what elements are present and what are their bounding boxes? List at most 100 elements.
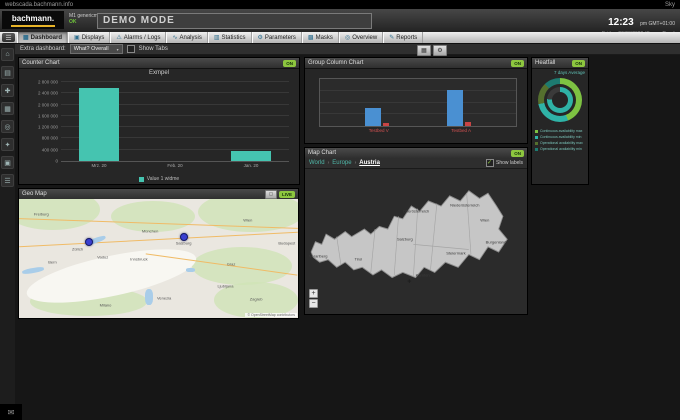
y-axis-label: 2 000 000: [37, 102, 58, 108]
analysis-icon: ∿: [172, 35, 178, 41]
extra-dashboard-label: Extra dashboard:: [20, 46, 66, 52]
layout-toggle-button[interactable]: ▦: [417, 45, 431, 56]
zoom-out-button[interactable]: −: [309, 299, 318, 308]
star-icon[interactable]: ✦: [1, 138, 14, 151]
tab-parameters[interactable]: ⚙ Parameters: [251, 32, 302, 43]
city-label-m-nchen: München: [141, 228, 159, 234]
show-labels-checkbox[interactable]: [486, 159, 495, 167]
austria-map[interactable]: Vorarlberg Tirol Salzburg Oberösterreich Nie…: [305, 169, 527, 314]
add-icon[interactable]: ✚: [1, 84, 14, 97]
home-icon[interactable]: ⌂: [1, 48, 14, 61]
app-header: bachmann. M1 genericm OK DEMO MODE 12:23…: [0, 9, 680, 37]
status-badge: ON: [511, 59, 524, 67]
gridline: [320, 89, 516, 91]
panel-title: Map Chart: [308, 150, 337, 156]
region-label-k-rnten: Kärnten: [415, 272, 430, 278]
dashboard-select-value: What? Overall: [73, 46, 109, 52]
expand-button[interactable]: ▢: [264, 189, 277, 199]
tab-statistics[interactable]: ▥ Statistics: [207, 32, 252, 43]
tab-overview[interactable]: ◎ Overview: [338, 32, 384, 43]
availability-donut-chart[interactable]: [538, 78, 582, 122]
map-zoom-controls: + −: [309, 289, 318, 308]
displays-icon: ▣: [74, 35, 80, 41]
target-icon[interactable]: ◎: [1, 120, 14, 133]
geo-map-panel: Geo Map ▢ LIVE Freiburg Zürich Bern Vadu…: [18, 188, 299, 319]
lake-geneva: [21, 266, 45, 275]
tab-displays[interactable]: ▣ Displays: [68, 32, 111, 43]
show-tabs-label: Show Tabs: [138, 46, 168, 52]
masks-icon: ▩: [307, 35, 314, 41]
region-label-wien: Wien: [480, 217, 490, 223]
heatfall-body: 7 days Average Continuous availability m…: [532, 68, 588, 184]
tab-analysis[interactable]: ∿ Analysis: [166, 32, 208, 43]
logo-text: bachmann.: [11, 14, 55, 23]
menu-button[interactable]: ☰: [2, 33, 15, 42]
y-axis-label: 2 800 000: [37, 79, 58, 85]
city-label-salzburg: Salzburg: [175, 240, 192, 246]
tab-alarms-logs[interactable]: ⚠ Alarms / Logs: [110, 32, 167, 43]
x-axis-label: Jan. 20: [243, 163, 259, 168]
city-label-budapest: Budapest: [278, 240, 296, 246]
counter-chart-body: Exmpel 0 400 000 800 000 1 200 000 1 600 000…: [19, 68, 299, 184]
show-tabs-checkbox[interactable]: [126, 45, 135, 53]
y-axis-label: 400 000: [41, 147, 58, 153]
group-chart-plot[interactable]: Testbed V Testbed A: [319, 78, 517, 133]
gridline: [61, 81, 289, 82]
left-sidebar: ⌂ ▤ ✚ ▦ ◎ ✦ ▣ ☰: [0, 44, 15, 420]
legend-label: Value 1 widme: [146, 176, 180, 182]
map-marker-cross[interactable]: +: [407, 279, 411, 286]
dashboard-select[interactable]: What? Overall ▾: [69, 44, 123, 54]
map-marker-2[interactable]: [179, 233, 188, 242]
chart-legend: Value 1 widme: [19, 176, 299, 182]
bar-testbed-v[interactable]: [364, 107, 381, 126]
dashboard-icon: ▦: [23, 35, 29, 41]
bar-testbed-a[interactable]: [447, 89, 464, 126]
map-attribution: © OpenStreetMap contributors: [245, 313, 297, 317]
logo-underline: [11, 25, 55, 27]
breadcrumb-europe[interactable]: Europe: [332, 160, 351, 166]
clock-time: 12:23: [608, 17, 634, 28]
grid-icon[interactable]: ▦: [1, 102, 14, 115]
subbar-buttons: ▦ ⚙: [417, 45, 447, 56]
demo-mode-banner: DEMO MODE: [97, 13, 372, 29]
doc-icon[interactable]: ▣: [1, 156, 14, 169]
city-label-vaduz: Vaduz: [97, 254, 109, 260]
counter-chart-plot[interactable]: 0 400 000 800 000 1 200 000 1 600 000 2 000 0…: [38, 80, 289, 168]
bar-alarm-testbed-v[interactable]: [382, 123, 389, 126]
bottom-corner-widget[interactable]: ✉: [0, 404, 22, 420]
city-label-graz: Graz: [226, 261, 236, 267]
city-label-ljubljana: Ljubljana: [217, 283, 234, 289]
tools-button[interactable]: ⚙: [433, 45, 447, 56]
map-terrain-patch: [19, 199, 100, 230]
zoom-in-button[interactable]: +: [309, 289, 318, 298]
breadcrumb-separator-icon: ›: [354, 160, 357, 166]
legend-swatch: [535, 129, 538, 133]
chart-icon[interactable]: ▤: [1, 66, 14, 79]
overview-icon: ◎: [344, 35, 351, 41]
topbar-right-link[interactable]: Sky: [665, 2, 675, 8]
wrench-icon: ⚙: [437, 48, 443, 54]
map-marker-1[interactable]: [84, 237, 93, 246]
tab-label: Analysis: [179, 34, 202, 41]
bar-mrz-20[interactable]: [78, 87, 119, 161]
tab-label: Reports: [396, 34, 418, 41]
bar-jan-20[interactable]: [231, 151, 271, 161]
tab-dashboard[interactable]: ▦ Dashboard: [17, 32, 69, 43]
tab-masks[interactable]: ▩ Masks: [301, 32, 339, 43]
x-axis-label: Testbed V: [368, 128, 389, 133]
tab-reports[interactable]: ✎ Reports: [383, 32, 424, 43]
parameters-icon: ⚙: [257, 35, 263, 41]
breadcrumb-world[interactable]: World: [309, 160, 325, 166]
menu-icon: ☰: [5, 34, 12, 42]
city-label-z-rich: Zürich: [72, 246, 84, 252]
donut-subtitle: 7 days Average: [554, 70, 585, 75]
panel-title: Heatfall: [535, 60, 556, 66]
menu-icon[interactable]: ☰: [1, 174, 14, 187]
browser-url: webscada.bachmann.info: [5, 1, 74, 8]
status-badge: ON: [283, 59, 296, 67]
bar-alarm-testbed-a[interactable]: [465, 121, 472, 126]
openstreetmap-view[interactable]: Freiburg Zürich Bern Vaduz München Innsbruck S…: [19, 199, 298, 318]
webscada-app: webscada.bachmann.info Sky bachmann. M1 …: [0, 0, 680, 420]
panel-title: Geo Map: [22, 191, 47, 197]
city-label-zagreb: Zagreb: [249, 296, 263, 302]
